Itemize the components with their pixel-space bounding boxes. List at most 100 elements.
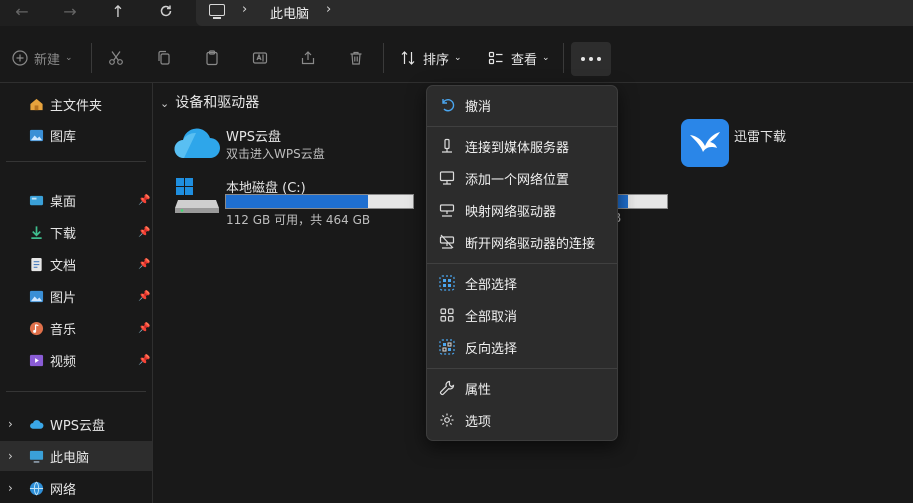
pin-icon[interactable]: 📌	[138, 291, 150, 302]
desktop-icon	[29, 195, 44, 205]
drive-usage-text: 112 GB 可用，共 464 GB	[226, 213, 371, 227]
view-icon	[488, 51, 503, 65]
sidebar-item-music[interactable]: 音乐 📌	[0, 313, 152, 343]
sidebar-item-gallery[interactable]: 图库	[0, 120, 152, 150]
menu-item-map-network-drive[interactable]: 映射网络驱动器	[431, 195, 613, 225]
menu-item-add-network-location[interactable]: 添加一个网络位置	[431, 163, 613, 193]
menu-item-label: 添加一个网络位置	[465, 172, 570, 188]
drive-name: WPS云盘	[226, 130, 281, 145]
refresh-icon[interactable]	[152, 0, 180, 22]
sidebar-item-label: 此电脑	[50, 450, 90, 466]
chevron-down-icon: ⌄	[160, 97, 170, 110]
title-bar: ← → ↑ › 此电脑 ›	[0, 0, 913, 26]
paste-button[interactable]	[204, 44, 220, 72]
chevron-right-icon[interactable]: ›	[8, 417, 13, 431]
cloud-icon	[30, 419, 44, 429]
menu-divider	[427, 126, 617, 127]
scissors-icon	[109, 51, 123, 65]
pin-icon[interactable]: 📌	[138, 195, 150, 206]
up-arrow-icon[interactable]: ↑	[104, 0, 132, 22]
address-bar[interactable]: › 此电脑 ›	[196, 0, 913, 26]
sort-icon	[401, 51, 415, 65]
menu-item-undo[interactable]: 撤消	[431, 90, 613, 120]
menu-item-label: 撤消	[465, 99, 492, 115]
breadcrumb-this-pc[interactable]: 此电脑	[270, 3, 309, 22]
network-drive-icon	[439, 204, 455, 217]
sidebar-divider	[6, 161, 146, 162]
menu-item-options[interactable]: 选项	[431, 405, 613, 435]
delete-button[interactable]	[348, 44, 364, 72]
more-dots-icon	[581, 57, 585, 61]
forward-arrow-icon[interactable]: →	[56, 0, 84, 22]
sidebar-item-this-pc[interactable]: › 此电脑	[0, 441, 152, 471]
computer-icon	[209, 4, 225, 19]
wrench-icon	[439, 380, 455, 396]
menu-item-label: 全部选择	[465, 277, 518, 293]
command-bar: 新建 ⌄ 排序 ⌄ 查看 ⌄	[0, 34, 913, 83]
new-button[interactable]: 新建 ⌄	[12, 44, 73, 72]
pin-icon[interactable]: 📌	[138, 355, 150, 366]
chevron-down-icon: ⌄	[542, 53, 550, 63]
chevron-down-icon: ⌄	[454, 53, 462, 63]
sort-button[interactable]: 排序 ⌄	[400, 44, 462, 72]
sidebar-item-label: 主文件夹	[50, 98, 103, 114]
menu-item-label: 属性	[465, 382, 492, 398]
toolbar-divider	[91, 43, 92, 73]
media-server-icon	[442, 138, 452, 153]
pictures-icon	[29, 290, 44, 302]
sidebar-item-videos[interactable]: 视频 📌	[0, 345, 152, 375]
menu-item-invert-selection[interactable]: 反向选择	[431, 332, 613, 362]
sidebar-item-downloads[interactable]: 下载 📌	[0, 217, 152, 247]
menu-item-select-all[interactable]: 全部选择	[431, 268, 613, 298]
menu-item-connect-media-server[interactable]: 连接到媒体服务器	[431, 131, 613, 161]
sidebar-item-label: 下载	[50, 226, 77, 242]
back-arrow-icon[interactable]: ←	[8, 0, 36, 22]
trash-icon	[350, 51, 362, 65]
chevron-right-icon[interactable]: ›	[242, 2, 247, 17]
undo-icon	[442, 99, 455, 112]
sidebar-item-documents[interactable]: 文档 📌	[0, 249, 152, 279]
rename-button[interactable]	[252, 44, 268, 72]
share-button[interactable]	[300, 44, 316, 72]
sidebar-item-desktop[interactable]: 桌面 📌	[0, 185, 152, 215]
menu-divider	[427, 263, 617, 264]
gear-icon	[440, 413, 454, 427]
gallery-icon	[29, 129, 44, 141]
chevron-right-icon[interactable]: ›	[8, 449, 13, 463]
sidebar-item-label: 视频	[50, 354, 77, 370]
cut-button[interactable]	[108, 44, 124, 72]
chevron-right-icon[interactable]: ›	[326, 2, 331, 17]
wps-cloud-icon	[174, 128, 220, 159]
menu-item-properties[interactable]: 属性	[431, 373, 613, 403]
sidebar-item-label: 图库	[50, 129, 77, 145]
music-icon	[29, 321, 44, 335]
menu-item-label: 反向选择	[465, 341, 518, 357]
drive-usage-bar	[610, 194, 668, 209]
pin-icon[interactable]: 📌	[138, 227, 150, 238]
menu-item-label: 断开网络驱动器的连接	[465, 236, 596, 252]
pin-icon[interactable]: 📌	[138, 323, 150, 334]
select-all-icon	[439, 275, 455, 291]
sidebar-item-network[interactable]: › 网络	[0, 473, 152, 503]
pin-icon[interactable]: 📌	[138, 259, 150, 270]
sort-label: 排序	[423, 52, 450, 68]
toolbar-divider	[383, 43, 384, 73]
sidebar-item-pictures[interactable]: 图片 📌	[0, 281, 152, 311]
network-icon	[29, 481, 44, 495]
menu-item-select-none[interactable]: 全部取消	[431, 300, 613, 330]
copy-icon	[158, 50, 170, 65]
sidebar-item-wps-cloud[interactable]: › WPS云盘	[0, 409, 152, 439]
menu-item-disconnect-network-drive[interactable]: 断开网络驱动器的连接	[431, 227, 613, 257]
sidebar-item-home[interactable]: 主文件夹	[0, 89, 152, 119]
sidebar-item-label: 图片	[50, 290, 77, 306]
menu-item-label: 选项	[465, 414, 492, 430]
invert-selection-icon	[439, 339, 455, 355]
copy-button[interactable]	[156, 44, 172, 72]
view-button[interactable]: 查看 ⌄	[488, 44, 550, 72]
section-header-devices[interactable]: ⌄ 设备和驱动器	[160, 92, 259, 112]
xunlei-bird-icon	[681, 119, 729, 167]
see-more-button[interactable]	[571, 42, 611, 76]
menu-divider	[427, 368, 617, 369]
toolbar-divider	[563, 43, 564, 73]
chevron-right-icon[interactable]: ›	[8, 481, 13, 495]
